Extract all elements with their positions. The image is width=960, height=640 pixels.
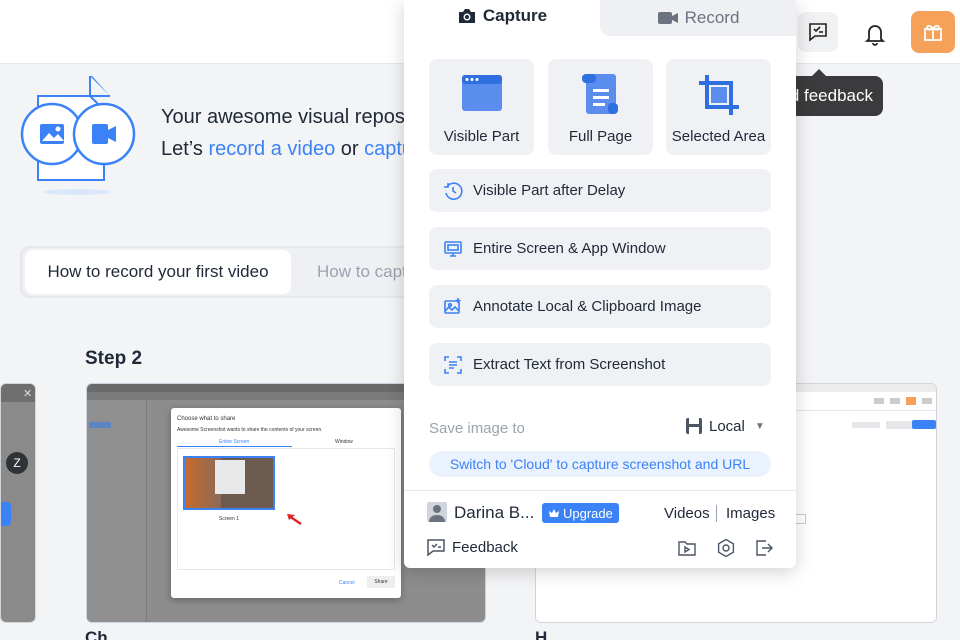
videos-link[interactable]: Videos (664, 505, 710, 522)
hero-prefix: Let’s (161, 138, 209, 160)
sign-out-button[interactable] (754, 538, 774, 558)
media-repository-illustration (20, 76, 136, 195)
hero-subheading: Let’s record a video or captur (161, 138, 420, 161)
feedback-link[interactable]: Feedback (426, 537, 518, 557)
feedback-icon-button[interactable] (798, 12, 838, 52)
share-cancel-button: Cancel (339, 580, 355, 586)
upgrade-label: Upgrade (563, 505, 613, 521)
timer-icon (444, 181, 463, 200)
capture-popup: Capture Record Visible Part Full Page Se… (404, 0, 796, 568)
image-edit-icon (444, 297, 461, 314)
text-scan-icon (444, 355, 462, 374)
feedback-label: Feedback (452, 538, 518, 556)
save-location-value: Local (709, 417, 745, 435)
share-dialog-title: Choose what to share (177, 416, 236, 422)
crown-icon (549, 509, 559, 517)
feedback-icon (809, 23, 827, 42)
gift-button[interactable] (911, 11, 955, 53)
notification-button[interactable] (855, 14, 895, 54)
selected-area-tile[interactable]: Selected Area (666, 59, 771, 155)
selected-area-label: Selected Area (671, 128, 766, 145)
tab-record-first-video[interactable]: How to record your first video (25, 250, 291, 294)
link-separator (716, 505, 717, 522)
camera-icon (458, 9, 475, 23)
blue-button-shape (1, 502, 11, 526)
visible-part-delay-button[interactable]: Visible Part after Delay (429, 169, 771, 212)
crop-icon (698, 75, 739, 115)
tab-capture[interactable]: How to capt (317, 262, 407, 282)
video-folder-icon (678, 541, 696, 556)
images-link[interactable]: Images (726, 505, 775, 522)
visible-part-label: Visible Part (443, 128, 520, 145)
save-image-to-label: Save image to (429, 420, 525, 437)
tutorial-card-prev[interactable]: ✕ Z (0, 383, 36, 623)
entire-screen-label: Entire Screen & App Window (473, 240, 666, 257)
tab-window: Window (335, 439, 353, 445)
avatar-icon: Z (6, 452, 28, 474)
visible-part-delay-label: Visible Part after Delay (473, 182, 626, 199)
record-video-link[interactable]: record a video (208, 138, 335, 160)
full-page-label: Full Page (568, 128, 633, 145)
step-title: Step 2 (85, 348, 143, 369)
gear-icon (717, 538, 735, 558)
hero-heading: Your awesome visual reposit (161, 106, 415, 128)
bell-icon (864, 25, 886, 46)
annotate-image-label: Annotate Local & Clipboard Image (473, 298, 702, 315)
tab-entire-screen: Entire Screen (219, 439, 250, 445)
chevron-down-icon: ▼ (754, 420, 765, 432)
user-icon (429, 505, 445, 522)
floppy-disk-icon (686, 418, 702, 434)
tab-record-popup[interactable]: Record (600, 0, 796, 36)
share-dialog: Choose what to share Awesome Screenshot … (171, 408, 401, 598)
entire-screen-button[interactable]: Entire Screen & App Window (429, 227, 771, 270)
settings-button[interactable] (716, 538, 736, 558)
tab-capture-popup[interactable]: Capture (404, 0, 600, 32)
monitor-icon (444, 240, 462, 257)
visible-part-tile[interactable]: Visible Part (429, 59, 534, 155)
video-camera-icon (657, 12, 678, 24)
screen-thumbnail-label: Screen 1 (219, 516, 240, 522)
avatar[interactable] (427, 502, 447, 522)
feedback-tooltip: d feedback (783, 69, 883, 116)
screen-thumbnail (183, 456, 275, 510)
user-name: Darina B... (454, 503, 535, 522)
share-button: Share (367, 576, 395, 588)
close-icon: ✕ (23, 388, 33, 400)
upgrade-button[interactable]: Upgrade (542, 503, 619, 523)
switch-cloud-hint[interactable]: Switch to 'Cloud' to capture screenshot … (429, 451, 771, 477)
footer-divider (404, 490, 796, 491)
video-library-button[interactable] (677, 538, 697, 558)
extract-text-button[interactable]: Extract Text from Screenshot (429, 343, 771, 386)
browser-window-icon (461, 75, 502, 111)
save-location-select[interactable]: Local ▼ (685, 417, 765, 435)
gift-icon (924, 24, 942, 41)
tab-record-label: Record (684, 8, 740, 27)
red-arrow-icon (287, 514, 302, 526)
tutorial-tabs: How to record your first video How to ca… (20, 246, 460, 298)
scroll-page-icon (581, 74, 618, 114)
extract-text-label: Extract Text from Screenshot (473, 356, 666, 373)
full-page-tile[interactable]: Full Page (548, 59, 653, 155)
annotate-image-button[interactable]: Annotate Local & Clipboard Image (429, 285, 771, 328)
tab-capture-label: Capture (482, 6, 548, 25)
card-title-left: Ch (85, 628, 108, 640)
card-title-right: H (535, 628, 548, 640)
feedback-icon (427, 539, 445, 557)
hero-mid: or (335, 138, 365, 160)
share-dialog-subtitle: Awesome Screenshot wants to share the co… (177, 427, 323, 433)
sign-out-icon (756, 540, 773, 556)
